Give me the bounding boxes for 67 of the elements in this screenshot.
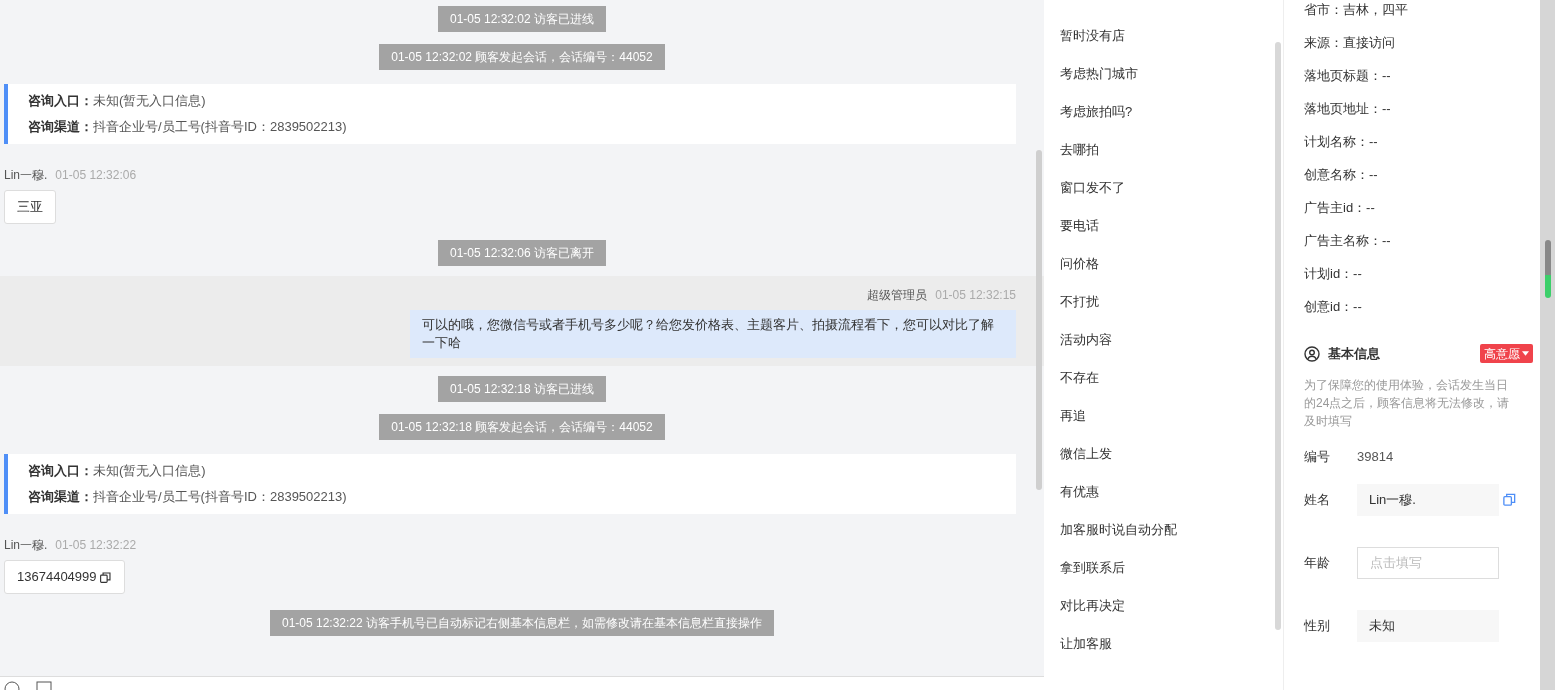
scrollbar-thumb[interactable] bbox=[1544, 240, 1551, 298]
source-field: 省市：吉林，四平 bbox=[1304, 0, 1537, 33]
copy-icon[interactable] bbox=[98, 570, 112, 584]
intent-tag-dropdown[interactable]: 高意愿 bbox=[1480, 344, 1533, 364]
quick-reply-item[interactable]: 窗口发不了 bbox=[1060, 176, 1283, 214]
message-time: 01-05 12:32:15 bbox=[935, 287, 1016, 304]
input-field[interactable]: 点击填写 bbox=[1357, 546, 1499, 579]
sender-name: Lin一穆. bbox=[4, 537, 48, 554]
scrollbar-thumb[interactable] bbox=[1036, 150, 1042, 490]
quick-reply-item[interactable]: 加客服时说自动分配 bbox=[1060, 518, 1283, 556]
scrollbar-thumb[interactable] bbox=[1275, 42, 1281, 630]
quick-reply-item[interactable]: 不打扰 bbox=[1060, 290, 1283, 328]
user-icon bbox=[1304, 345, 1320, 362]
info-label: 咨询渠道： bbox=[28, 488, 93, 506]
info-value: 抖音企业号/员工号(抖音号ID：2839502213) bbox=[93, 488, 347, 506]
field-label: 编号 bbox=[1304, 447, 1331, 466]
source-field: 广告主名称：-- bbox=[1304, 231, 1537, 264]
source-field: 落地页地址：-- bbox=[1304, 99, 1537, 132]
quick-reply-item[interactable]: 再追 bbox=[1060, 404, 1283, 442]
info-label: 咨询入口： bbox=[28, 92, 93, 110]
sender-name: 超级管理员 bbox=[867, 287, 928, 304]
quick-reply-item[interactable]: 让加客服 bbox=[1060, 632, 1283, 670]
info-field[interactable]: Lin一穆. bbox=[1357, 483, 1499, 516]
info-label: 咨询入口： bbox=[28, 462, 93, 480]
system-notice: 01-05 12:32:22 访客手机号已自动标记右侧基本信息栏，如需修改请在基本信息栏直接操作 bbox=[269, 610, 775, 636]
quick-reply-item[interactable]: 不存在 bbox=[1060, 366, 1283, 404]
quick-reply-item[interactable]: 考虑热门城市 bbox=[1060, 62, 1283, 100]
info-label: 咨询渠道： bbox=[28, 118, 93, 136]
system-notice: 01-05 12:32:06 访客已离开 bbox=[437, 240, 607, 266]
section-title: 基本信息 bbox=[1328, 345, 1380, 363]
info-value: 未知(暂无入口信息) bbox=[93, 92, 206, 110]
source-field: 广告主id：-- bbox=[1304, 198, 1537, 231]
source-field: 计划名称：-- bbox=[1304, 132, 1537, 165]
quick-reply-item[interactable]: 有优惠 bbox=[1060, 480, 1283, 518]
system-notice: 01-05 12:32:18 访客已进线 bbox=[437, 376, 607, 402]
info-value: 未知(暂无入口信息) bbox=[93, 462, 206, 480]
source-field: 落地页标题：-- bbox=[1304, 66, 1537, 99]
sender-name: Lin一穆. bbox=[4, 167, 48, 184]
quick-reply-item[interactable]: 考虑旅拍吗? bbox=[1060, 100, 1283, 138]
system-notice: 01-05 12:32:02 访客已进线 bbox=[437, 6, 607, 32]
agent-bubble: 可以的哦，您微信号或者手机号多少呢？给您发价格表、主题客片、拍摄流程看下，您可以对比了解一下哈 bbox=[410, 310, 1016, 358]
quick-reply-item[interactable]: 要电话 bbox=[1060, 214, 1283, 252]
message-text: 三亚 bbox=[17, 198, 43, 217]
info-field[interactable]: 未知 bbox=[1357, 609, 1499, 642]
source-field: 来源：直接访问 bbox=[1304, 33, 1537, 66]
source-field: 计划id：-- bbox=[1304, 264, 1537, 297]
message-time: 01-05 12:32:06 bbox=[55, 167, 137, 184]
quick-reply-item[interactable]: 对比再决定 bbox=[1060, 594, 1283, 632]
field-label: 年龄 bbox=[1304, 553, 1331, 572]
system-notice: 01-05 12:32:02 顾客发起会话，会话编号：44052 bbox=[379, 44, 665, 70]
source-field: 创意id：-- bbox=[1304, 297, 1537, 330]
quick-reply-item[interactable]: 活动内容 bbox=[1060, 328, 1283, 366]
quick-reply-item[interactable]: 去哪拍 bbox=[1060, 138, 1283, 176]
quick-reply-item[interactable]: 暂时没有店 bbox=[1060, 24, 1283, 62]
field-label: 性别 bbox=[1304, 616, 1331, 635]
message-time: 01-05 12:32:22 bbox=[55, 537, 137, 554]
quick-reply-item[interactable]: 问价格 bbox=[1060, 252, 1283, 290]
field-label: 姓名 bbox=[1304, 490, 1331, 509]
notice-text: 为了保障您的使用体验，会话发生当日的24点之后，顾客信息将无法修改，请及时填写 bbox=[1304, 376, 1511, 430]
quick-reply-item[interactable]: 拿到联系后 bbox=[1060, 556, 1283, 594]
field-value: 39814 bbox=[1357, 447, 1394, 466]
quick-reply-item[interactable]: 微信上发 bbox=[1060, 442, 1283, 480]
source-field: 创意名称：-- bbox=[1304, 165, 1537, 198]
caret-icon bbox=[1522, 351, 1529, 357]
info-value: 抖音企业号/员工号(抖音号ID：2839502213) bbox=[93, 118, 347, 136]
system-notice: 01-05 12:32:18 顾客发起会话，会话编号：44052 bbox=[379, 414, 665, 440]
message-text: 13674404999 bbox=[17, 568, 97, 587]
